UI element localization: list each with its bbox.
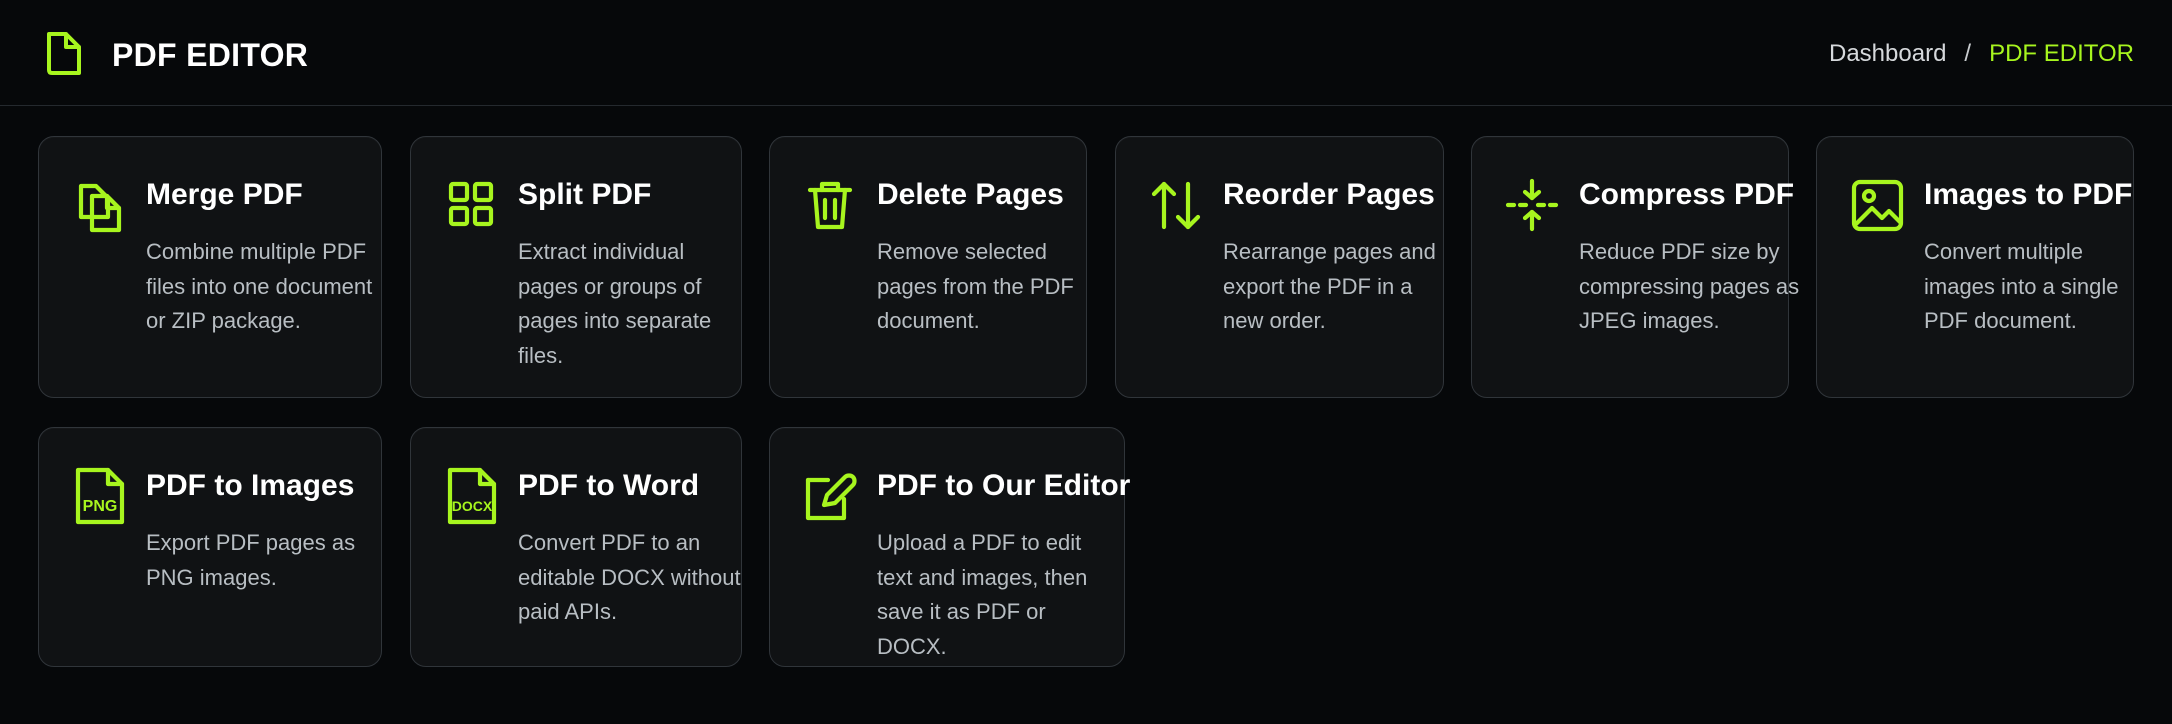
breadcrumb: Dashboard / PDF EDITOR — [1829, 38, 2134, 70]
tool-description: Extract individual pages or groups of pa… — [518, 239, 712, 368]
docx-file-icon: DOCX — [447, 467, 497, 525]
tool-title: PDF to Images — [146, 469, 355, 502]
tool-title: Reorder Pages — [1223, 178, 1435, 211]
merge-icon — [78, 183, 122, 233]
tool-description: Combine multiple PDF files into one docu… — [146, 239, 373, 333]
pdf-to-our-editor-card[interactable]: PDF to Our Editor Upload a PDF to edit t… — [769, 427, 1130, 667]
pdf-editor-page: PDF EDITOR Dashboard / PDF EDITOR Merge … — [0, 0, 2172, 724]
tool-description: Reduce PDF size by compressing pages as … — [1579, 239, 1800, 333]
tool-title: PDF to Our Editor — [877, 469, 1131, 502]
document-icon — [47, 32, 81, 75]
tool-title: Images to PDF — [1924, 178, 2133, 211]
pdf-to-word-card[interactable]: DOCX PDF to Word Convert PDF to an edita… — [410, 427, 742, 667]
tool-description: Rearrange pages and export the PDF in a … — [1223, 239, 1436, 333]
breadcrumb-separator: / — [1964, 40, 1972, 67]
tool-title: Merge PDF — [146, 178, 303, 211]
split-pdf-card[interactable]: Split PDF Extract individual pages or gr… — [410, 136, 742, 398]
compress-pdf-card[interactable]: Compress PDF Reduce PDF size by compress… — [1471, 136, 1799, 398]
pdf-to-images-card[interactable]: PNG PDF to Images Export PDF pages as PN… — [38, 427, 382, 667]
docx-label: DOCX — [452, 498, 493, 514]
tool-title: Compress PDF — [1579, 178, 1795, 211]
top-header: PDF EDITOR Dashboard / PDF EDITOR — [0, 0, 2172, 106]
breadcrumb-dashboard-link[interactable]: Dashboard — [1829, 38, 1946, 70]
reorder-pages-card[interactable]: Reorder Pages Rearrange pages and export… — [1115, 136, 1444, 398]
tool-title: PDF to Word — [518, 469, 700, 502]
png-label: PNG — [83, 498, 118, 515]
tool-description: Export PDF pages as PNG images. — [146, 530, 356, 590]
tool-title: Split PDF — [518, 178, 652, 211]
reorder-arrows-icon — [1151, 181, 1201, 230]
grid-icon — [448, 181, 494, 227]
images-to-pdf-card[interactable]: Images to PDF Convert multiple images in… — [1816, 136, 2134, 398]
tool-description: Convert multiple images into a single PD… — [1924, 239, 2119, 333]
breadcrumb-current-page: PDF EDITOR — [1989, 40, 2134, 67]
trash-icon — [807, 181, 853, 230]
tool-title: Delete Pages — [877, 178, 1064, 211]
compress-icon — [1505, 178, 1559, 232]
edit-icon — [805, 473, 857, 521]
png-file-icon: PNG — [75, 467, 125, 525]
app-title: PDF EDITOR — [112, 37, 309, 73]
merge-pdf-card[interactable]: Merge PDF Combine multiple PDF files int… — [38, 136, 382, 398]
tool-description: Convert PDF to an editable DOCX without … — [518, 530, 741, 624]
tool-description: Remove selected pages from the PDF docum… — [877, 239, 1074, 333]
delete-pages-card[interactable]: Delete Pages Remove selected pages from … — [769, 136, 1087, 398]
tool-description: Upload a PDF to edit text and images, th… — [877, 530, 1088, 659]
image-icon — [1851, 179, 1904, 232]
